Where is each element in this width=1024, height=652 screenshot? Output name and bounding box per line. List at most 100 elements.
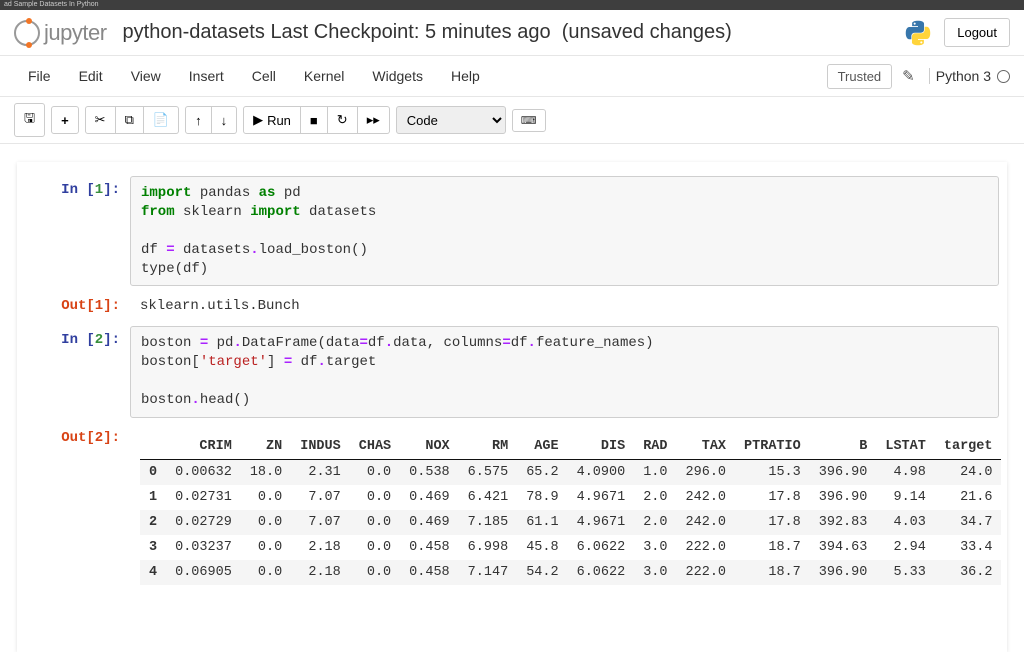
keyboard-icon: ⌨ bbox=[521, 115, 537, 127]
arrow-up-icon: ↑ bbox=[195, 113, 202, 128]
move-up-button[interactable]: ↑ bbox=[185, 106, 212, 134]
table-cell: 34.7 bbox=[935, 510, 1002, 535]
table-cell: 6.0622 bbox=[568, 535, 635, 560]
table-cell: 17.8 bbox=[735, 485, 810, 510]
table-header: RM bbox=[459, 434, 518, 460]
table-row: 30.032370.02.180.00.4586.99845.86.06223.… bbox=[140, 535, 1001, 560]
table-cell: 33.4 bbox=[935, 535, 1002, 560]
save-icon: 🖫 bbox=[24, 109, 35, 131]
notebook-container: In [1]: import pandas as pd from sklearn… bbox=[17, 162, 1007, 652]
table-cell: 0.0 bbox=[241, 560, 291, 585]
table-cell: 2.0 bbox=[634, 485, 676, 510]
toolbar: 🖫 + ✂ ⧉ 📄 ↑ ↓ ▶Run ■ ↻ ▸▸ Code ⌨ bbox=[0, 97, 1024, 144]
cell-type-select[interactable]: Code bbox=[396, 106, 506, 134]
jupyter-icon bbox=[14, 20, 40, 46]
table-cell: 0.0 bbox=[350, 485, 400, 510]
menu-widgets[interactable]: Widgets bbox=[358, 60, 437, 92]
table-cell: 0.469 bbox=[400, 510, 459, 535]
restart-icon: ↻ bbox=[337, 112, 348, 128]
edit-icon[interactable]: ✎ bbox=[898, 63, 919, 89]
row-index: 2 bbox=[140, 510, 166, 535]
table-row: 20.027290.07.070.00.4697.18561.14.96712.… bbox=[140, 510, 1001, 535]
table-cell: 222.0 bbox=[677, 535, 736, 560]
table-cell: 0.458 bbox=[400, 535, 459, 560]
table-cell: 242.0 bbox=[677, 485, 736, 510]
table-cell: 21.6 bbox=[935, 485, 1002, 510]
fast-forward-icon: ▸▸ bbox=[367, 112, 380, 128]
interrupt-button[interactable]: ■ bbox=[301, 106, 328, 134]
input-prompt: In [1]: bbox=[25, 176, 130, 286]
code-input[interactable]: import pandas as pd from sklearn import … bbox=[130, 176, 999, 286]
table-cell: 0.0 bbox=[350, 560, 400, 585]
table-cell: 296.0 bbox=[677, 460, 736, 486]
menu-insert[interactable]: Insert bbox=[175, 60, 238, 92]
menu-edit[interactable]: Edit bbox=[65, 60, 117, 92]
menu-cell[interactable]: Cell bbox=[238, 60, 290, 92]
menu-file[interactable]: File bbox=[14, 60, 65, 92]
notebook-title[interactable]: python-datasets Last Checkpoint: 5 minut… bbox=[123, 21, 732, 44]
jupyter-logo[interactable]: jupyter bbox=[14, 20, 107, 46]
save-button[interactable]: 🖫 bbox=[14, 103, 45, 137]
table-header bbox=[140, 434, 166, 460]
table-cell: 6.575 bbox=[459, 460, 518, 486]
table-header: AGE bbox=[517, 434, 567, 460]
row-index: 1 bbox=[140, 485, 166, 510]
trusted-indicator[interactable]: Trusted bbox=[827, 64, 893, 89]
table-header: CHAS bbox=[350, 434, 400, 460]
unsaved-text: (unsaved changes) bbox=[562, 21, 732, 43]
table-row: 10.027310.07.070.00.4696.42178.94.96712.… bbox=[140, 485, 1001, 510]
table-cell: 242.0 bbox=[677, 510, 736, 535]
menu-kernel[interactable]: Kernel bbox=[290, 60, 358, 92]
kernel-status-icon bbox=[997, 70, 1010, 83]
table-cell: 3.0 bbox=[634, 560, 676, 585]
table-cell: 18.0 bbox=[241, 460, 291, 486]
row-index: 3 bbox=[140, 535, 166, 560]
table-header: CRIM bbox=[166, 434, 241, 460]
table-cell: 7.185 bbox=[459, 510, 518, 535]
table-cell: 2.18 bbox=[291, 535, 350, 560]
restart-run-all-button[interactable]: ▸▸ bbox=[358, 106, 390, 134]
table-header: INDUS bbox=[291, 434, 350, 460]
menu-help[interactable]: Help bbox=[437, 60, 494, 92]
table-cell: 0.02731 bbox=[166, 485, 241, 510]
input-prompt: In [2]: bbox=[25, 326, 130, 418]
copy-icon: ⧉ bbox=[125, 112, 134, 128]
run-button[interactable]: ▶Run bbox=[243, 106, 301, 134]
table-cell: 15.3 bbox=[735, 460, 810, 486]
table-cell: 0.03237 bbox=[166, 535, 241, 560]
paste-button[interactable]: 📄 bbox=[144, 106, 179, 134]
table-cell: 0.00632 bbox=[166, 460, 241, 486]
table-header: TAX bbox=[677, 434, 736, 460]
output-prompt: Out[2]: bbox=[25, 424, 130, 591]
table-cell: 4.9671 bbox=[568, 510, 635, 535]
restart-button[interactable]: ↻ bbox=[328, 106, 358, 134]
table-cell: 222.0 bbox=[677, 560, 736, 585]
command-palette-button[interactable]: ⌨ bbox=[512, 109, 546, 132]
output-text: sklearn.utils.Bunch bbox=[130, 292, 999, 320]
table-cell: 0.538 bbox=[400, 460, 459, 486]
table-cell: 9.14 bbox=[876, 485, 935, 510]
menu-view[interactable]: View bbox=[117, 60, 175, 92]
table-header: B bbox=[810, 434, 877, 460]
kernel-label: Python 3 bbox=[936, 68, 991, 84]
table-cell: 0.0 bbox=[241, 535, 291, 560]
move-down-button[interactable]: ↓ bbox=[212, 106, 238, 134]
copy-button[interactable]: ⧉ bbox=[116, 106, 144, 134]
insert-cell-button[interactable]: + bbox=[51, 106, 79, 134]
table-cell: 0.0 bbox=[350, 510, 400, 535]
table-cell: 0.458 bbox=[400, 560, 459, 585]
logout-button[interactable]: Logout bbox=[944, 18, 1010, 47]
code-cell[interactable]: In [2]: boston = pd.DataFrame(data=df.da… bbox=[25, 326, 999, 418]
table-header: LSTAT bbox=[876, 434, 935, 460]
table-cell: 78.9 bbox=[517, 485, 567, 510]
table-cell: 17.8 bbox=[735, 510, 810, 535]
code-cell[interactable]: In [1]: import pandas as pd from sklearn… bbox=[25, 176, 999, 286]
table-cell: 61.1 bbox=[517, 510, 567, 535]
table-cell: 36.2 bbox=[935, 560, 1002, 585]
kernel-name[interactable]: Python 3 bbox=[929, 68, 1010, 84]
table-header: RAD bbox=[634, 434, 676, 460]
table-cell: 7.07 bbox=[291, 485, 350, 510]
code-input[interactable]: boston = pd.DataFrame(data=df.data, colu… bbox=[130, 326, 999, 418]
table-cell: 65.2 bbox=[517, 460, 567, 486]
cut-button[interactable]: ✂ bbox=[85, 106, 116, 134]
